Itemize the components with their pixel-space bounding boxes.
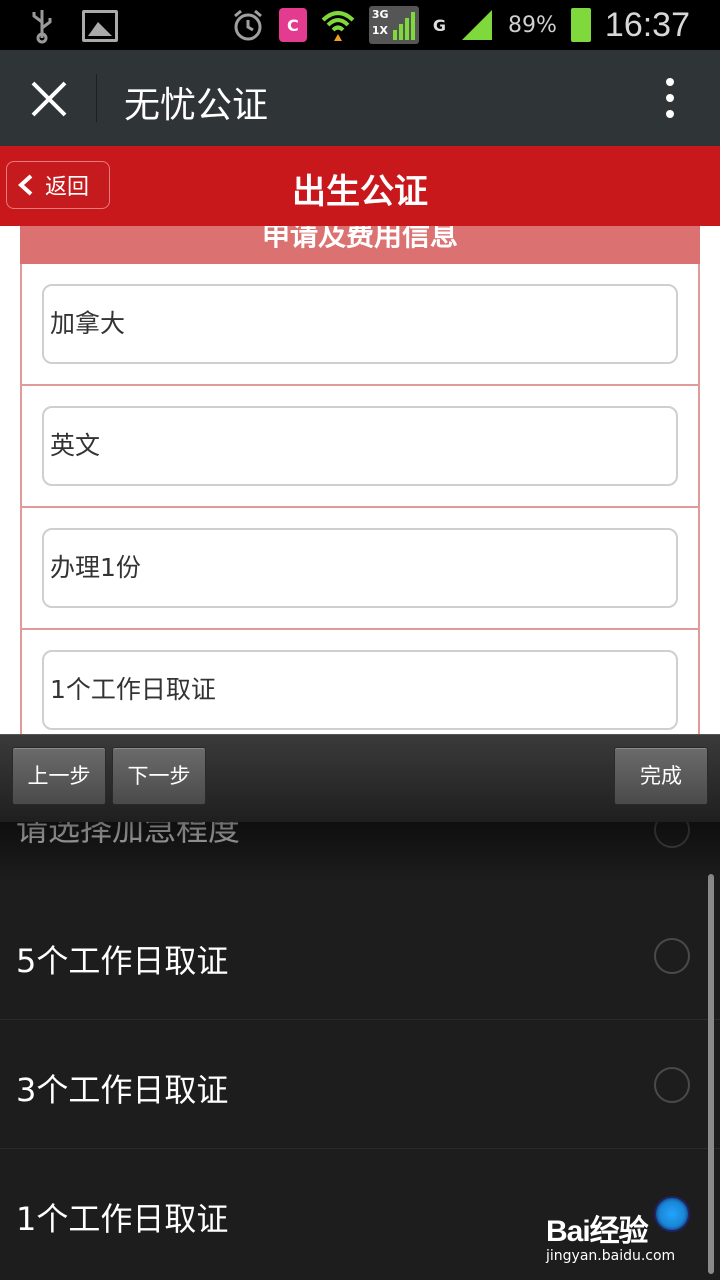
signal-icon: [462, 10, 492, 40]
watermark-logo: Bai经验: [546, 1215, 649, 1248]
language-field[interactable]: 英文: [42, 406, 678, 486]
form-content: 申请及费用信息 加拿大 英文 办理1份 1个工作日取证: [0, 226, 720, 736]
radio-icon: [654, 822, 690, 848]
form-row: 1个工作日取证: [22, 630, 698, 736]
more-options-icon[interactable]: [662, 78, 678, 122]
network-top-label: 3G: [371, 8, 389, 21]
watermark-url: jingyan.baidu.com: [546, 1248, 676, 1264]
picker-header-label: 请选择加急程度: [16, 822, 241, 848]
done-button[interactable]: 完成: [614, 747, 708, 805]
previous-button[interactable]: 上一步: [12, 747, 106, 805]
usb-icon: [32, 10, 52, 44]
close-icon[interactable]: [30, 80, 68, 118]
option-label: 5个工作日取证: [16, 942, 229, 980]
titlebar-divider: [96, 74, 97, 122]
section-title: 申请及费用信息: [20, 226, 700, 264]
app-title: 无忧公证: [124, 85, 269, 126]
network-type-label: G: [432, 15, 446, 35]
copies-field[interactable]: 办理1份: [42, 528, 678, 608]
back-button[interactable]: 返回: [6, 161, 110, 209]
alarm-icon: [233, 9, 262, 41]
wifi-icon: [321, 11, 355, 41]
form-row: 办理1份: [22, 508, 698, 630]
form-row: 加拿大: [22, 264, 698, 386]
c-icon: C: [278, 8, 307, 42]
network-indicator: 3G 1X: [368, 6, 419, 44]
battery-percent: 89%: [508, 12, 557, 38]
option-label: 3个工作日取证: [16, 1071, 229, 1109]
status-bar: C 3G 1X G 89% 16:37: [0, 0, 720, 50]
picker-header: 请选择加急程度: [0, 822, 720, 872]
baidu-watermark: Bai经验 jingyan.baidu.com: [546, 1206, 680, 1264]
network-bottom-label: 1X: [371, 24, 388, 37]
next-button[interactable]: 下一步: [112, 747, 206, 805]
radio-icon[interactable]: [654, 938, 690, 974]
country-field[interactable]: 加拿大: [42, 284, 678, 364]
app-titlebar: 无忧公证: [0, 50, 720, 146]
back-label: 返回: [45, 175, 90, 200]
form-rows: 加拿大 英文 办理1份 1个工作日取证: [20, 264, 700, 736]
option-label: 1个工作日取证: [16, 1200, 229, 1238]
urgency-field[interactable]: 1个工作日取证: [42, 650, 678, 730]
chevron-left-icon: [18, 174, 33, 196]
battery-icon: [570, 8, 591, 42]
clock: 16:37: [604, 5, 690, 44]
form-row: 英文: [22, 386, 698, 508]
image-icon: [82, 10, 118, 42]
picker-toolbar: 上一步 下一步 完成: [0, 734, 720, 822]
picker-option[interactable]: 3个工作日取证: [0, 1021, 720, 1149]
page-header: 出生公证 返回: [0, 146, 720, 226]
scrollbar[interactable]: [708, 874, 714, 1274]
picker-option[interactable]: 5个工作日取证: [0, 892, 720, 1020]
network-signal-icon: [392, 12, 415, 40]
radio-icon[interactable]: [654, 1067, 690, 1103]
